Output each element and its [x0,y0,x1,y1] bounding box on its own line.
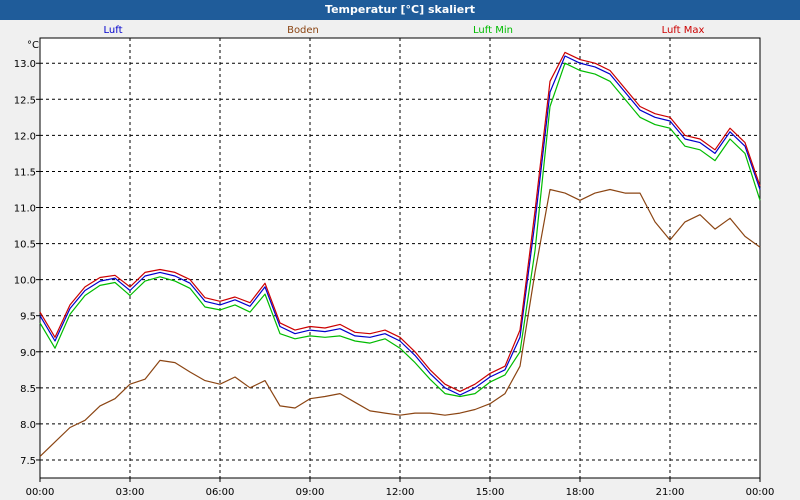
x-tick-time: 18:00 [566,487,595,498]
y-tick-label: 11.0 [14,204,36,215]
y-tick-label: 8.5 [20,384,36,395]
y-tick-label: 7.5 [20,456,36,467]
y-tick-label: 9.5 [20,312,36,323]
x-tick-time: 03:00 [116,487,145,498]
temperature-chart: 7.5 8.0 8.5 9.0 9.5 10.0 10.5 11.0 11.5 12.0 12.5 1… [14,25,775,498]
legend: Luft Boden Luft Min Luft Max [104,25,705,36]
x-tick-time: 00:00 [26,487,55,498]
y-tick-label: 12.0 [14,131,36,142]
y-tick-label: 10.5 [14,240,36,251]
y-tick-label: 10.0 [14,276,36,287]
legend-entry: Boden [287,25,319,36]
window-title: Temperatur [°C] skaliert [0,0,800,20]
x-tick-time: 06:00 [206,487,235,498]
legend-entry: Luft Min [473,25,513,36]
y-tick-label: 12.5 [14,95,36,106]
legend-entry: Luft [104,25,123,36]
y-tick-label: 11.5 [14,167,36,178]
chart-window: Temperatur [°C] skaliert 7.5 8.0 8.5 9.0 9.5… [0,0,800,500]
x-tick-time: 00:00 [746,487,775,498]
x-tick-time: 12:00 [386,487,415,498]
y-axis-label: °C [27,40,39,51]
legend-entry: Luft Max [662,25,705,36]
y-tick-label: 8.0 [20,420,36,431]
x-axis-ticks: 00:0023.12.2203:0023.12.2206:0023.12.220… [26,478,775,498]
x-tick-time: 09:00 [296,487,325,498]
x-tick-time: 21:00 [656,487,685,498]
y-tick-label: 13.0 [14,59,36,70]
x-tick-time: 15:00 [476,487,505,498]
y-tick-label: 9.0 [20,348,36,359]
y-axis-ticks: 7.5 8.0 8.5 9.0 9.5 10.0 10.5 11.0 11.5 12.0 12.5 1… [14,59,40,467]
